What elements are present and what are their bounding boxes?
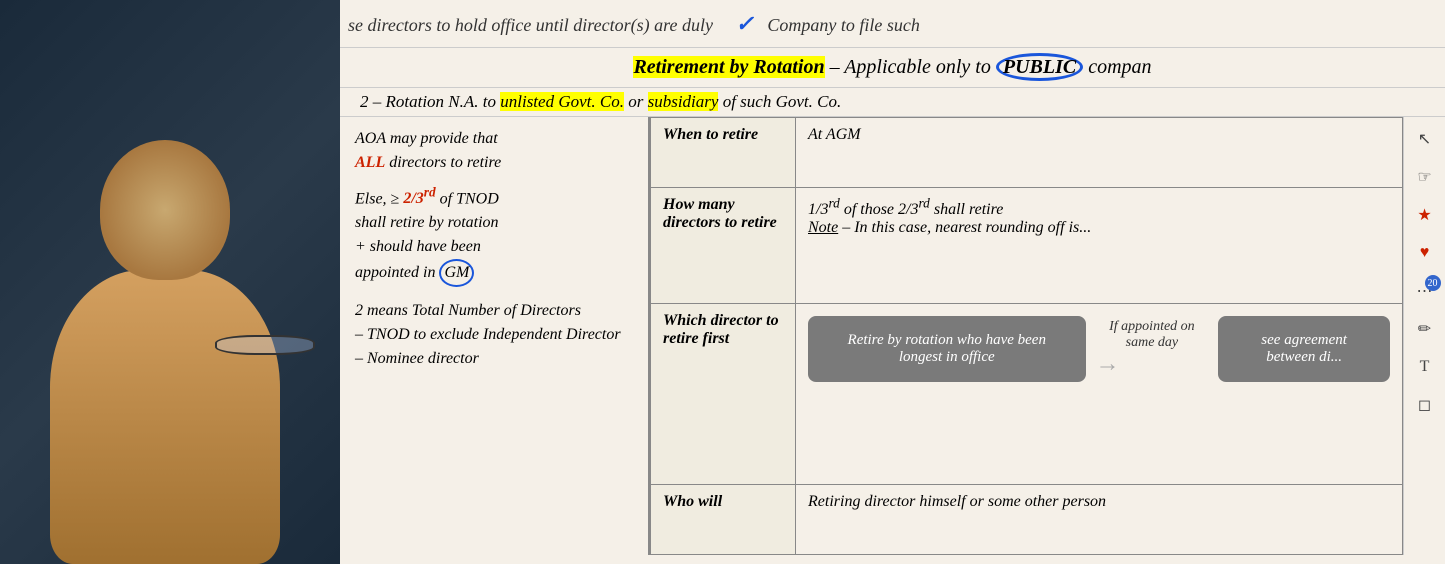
which-value: Retire by rotation who have been longest… xyxy=(796,303,1403,484)
left-line6: appointed in GM xyxy=(355,259,633,287)
gm-circle: GM xyxy=(439,259,474,287)
star-icon[interactable]: ★ xyxy=(1407,197,1443,233)
more-icon-wrap: ⋯ 20 xyxy=(1407,273,1443,309)
howmany-label: How many directors to retire xyxy=(651,187,796,303)
two-thirds-text: 2/3rd xyxy=(403,190,435,207)
top-bar-main: se directors to hold office until direct… xyxy=(348,15,713,35)
whowill-label: Who will xyxy=(651,485,796,555)
if-same-day-text: If appointed on same day xyxy=(1096,319,1209,351)
left-line5: + should have been xyxy=(355,235,633,259)
content-section: se directors to hold office until direct… xyxy=(340,0,1445,564)
heart-icon[interactable]: ♥ xyxy=(1407,235,1443,271)
subtitle-highlight2: subsidiary xyxy=(648,92,719,111)
top-bar: se directors to hold office until direct… xyxy=(340,0,1445,48)
subtitle-middle: or xyxy=(628,92,647,111)
main-content: AOA may provide that ALL directors to re… xyxy=(340,117,1445,555)
subtitle-end: of such Govt. Co. xyxy=(723,92,842,111)
howmany-value: 1/3rd of those 2/3rd shall retire Note –… xyxy=(796,187,1403,303)
arrow-between-boxes: If appointed on same day → xyxy=(1096,319,1209,378)
when-value: At AGM xyxy=(796,118,1403,188)
subtitle-text: – Rotation N.A. to xyxy=(373,92,501,111)
table-row-howmany: How many directors to retire 1/3rd of th… xyxy=(651,187,1403,303)
left-tnod-note: 2 means Total Number of Directors xyxy=(355,299,633,323)
subtitle-highlight1: unlisted Govt. Co. xyxy=(500,92,624,111)
table-section: When to retire At AGM How many directors… xyxy=(650,117,1403,555)
left-exclude-note: – TNOD to exclude Independent Director xyxy=(355,323,633,347)
camera-section xyxy=(0,0,340,564)
public-circle: PUBLIC xyxy=(996,53,1083,81)
left-nominee-note: – Nominee director xyxy=(355,347,633,371)
whowill-value: Retiring director himself or some other … xyxy=(796,485,1403,555)
person-head xyxy=(100,140,230,280)
left-line2: ALL directors to retire xyxy=(355,151,633,175)
retirement-label: Retirement by Rotation xyxy=(633,56,824,78)
text-icon[interactable]: T xyxy=(1407,349,1443,385)
right-toolbar: ↖ ☞ ★ ♥ ⋯ 20 ✏ T ◻ xyxy=(1403,117,1445,555)
see-agreement-box: see agreement between di... xyxy=(1218,316,1390,382)
left-line4: shall retire by rotation xyxy=(355,211,633,235)
left-line3: Else, ≥ 2/3rd of TNOD xyxy=(355,183,633,211)
main-container: se directors to hold office until direct… xyxy=(0,0,1445,564)
subtitle-line: 2 – Rotation N.A. to unlisted Govt. Co. … xyxy=(340,88,1445,117)
retirement-banner: Retirement by Rotation – Applicable only… xyxy=(340,48,1445,88)
person-glasses xyxy=(215,335,315,355)
person-body xyxy=(50,270,280,564)
shape-icon[interactable]: ◻ xyxy=(1407,387,1443,423)
blue-check-icon: ✓ xyxy=(735,11,753,36)
table-row-which: Which director to retire first Retire by… xyxy=(651,303,1403,484)
table-row-when: When to retire At AGM xyxy=(651,118,1403,188)
right-arrow-icon: → xyxy=(1096,351,1209,378)
when-label: When to retire xyxy=(651,118,796,188)
badge-count: 20 xyxy=(1425,275,1441,291)
top-bar-text: se directors to hold office until direct… xyxy=(348,11,920,37)
howmany-main: 1/3rd of those 2/3rd shall retire xyxy=(808,201,1003,218)
table-row-whowill: Who will Retiring director himself or so… xyxy=(651,485,1403,555)
pointer-icon[interactable]: ☞ xyxy=(1407,159,1443,195)
brush-icon[interactable]: ✏ xyxy=(1407,311,1443,347)
which-label: Which director to retire first xyxy=(651,303,796,484)
main-table: When to retire At AGM How many directors… xyxy=(650,117,1403,555)
retirement-suffix: compan xyxy=(1088,56,1151,78)
subtitle-number: 2 xyxy=(360,92,369,111)
cursor-icon[interactable]: ↖ xyxy=(1407,121,1443,157)
left-panel: AOA may provide that ALL directors to re… xyxy=(340,117,650,555)
all-text: ALL xyxy=(355,154,385,171)
grey-box-container: Retire by rotation who have been longest… xyxy=(808,312,1390,386)
howmany-note: Note – In this case, nearest rounding of… xyxy=(808,219,1091,236)
retirement-dash: – Applicable only to xyxy=(830,56,996,78)
retire-by-rotation-box: Retire by rotation who have been longest… xyxy=(808,316,1086,382)
top-bar-company: Company to file such xyxy=(767,15,919,35)
left-line1: AOA may provide that xyxy=(355,127,633,151)
